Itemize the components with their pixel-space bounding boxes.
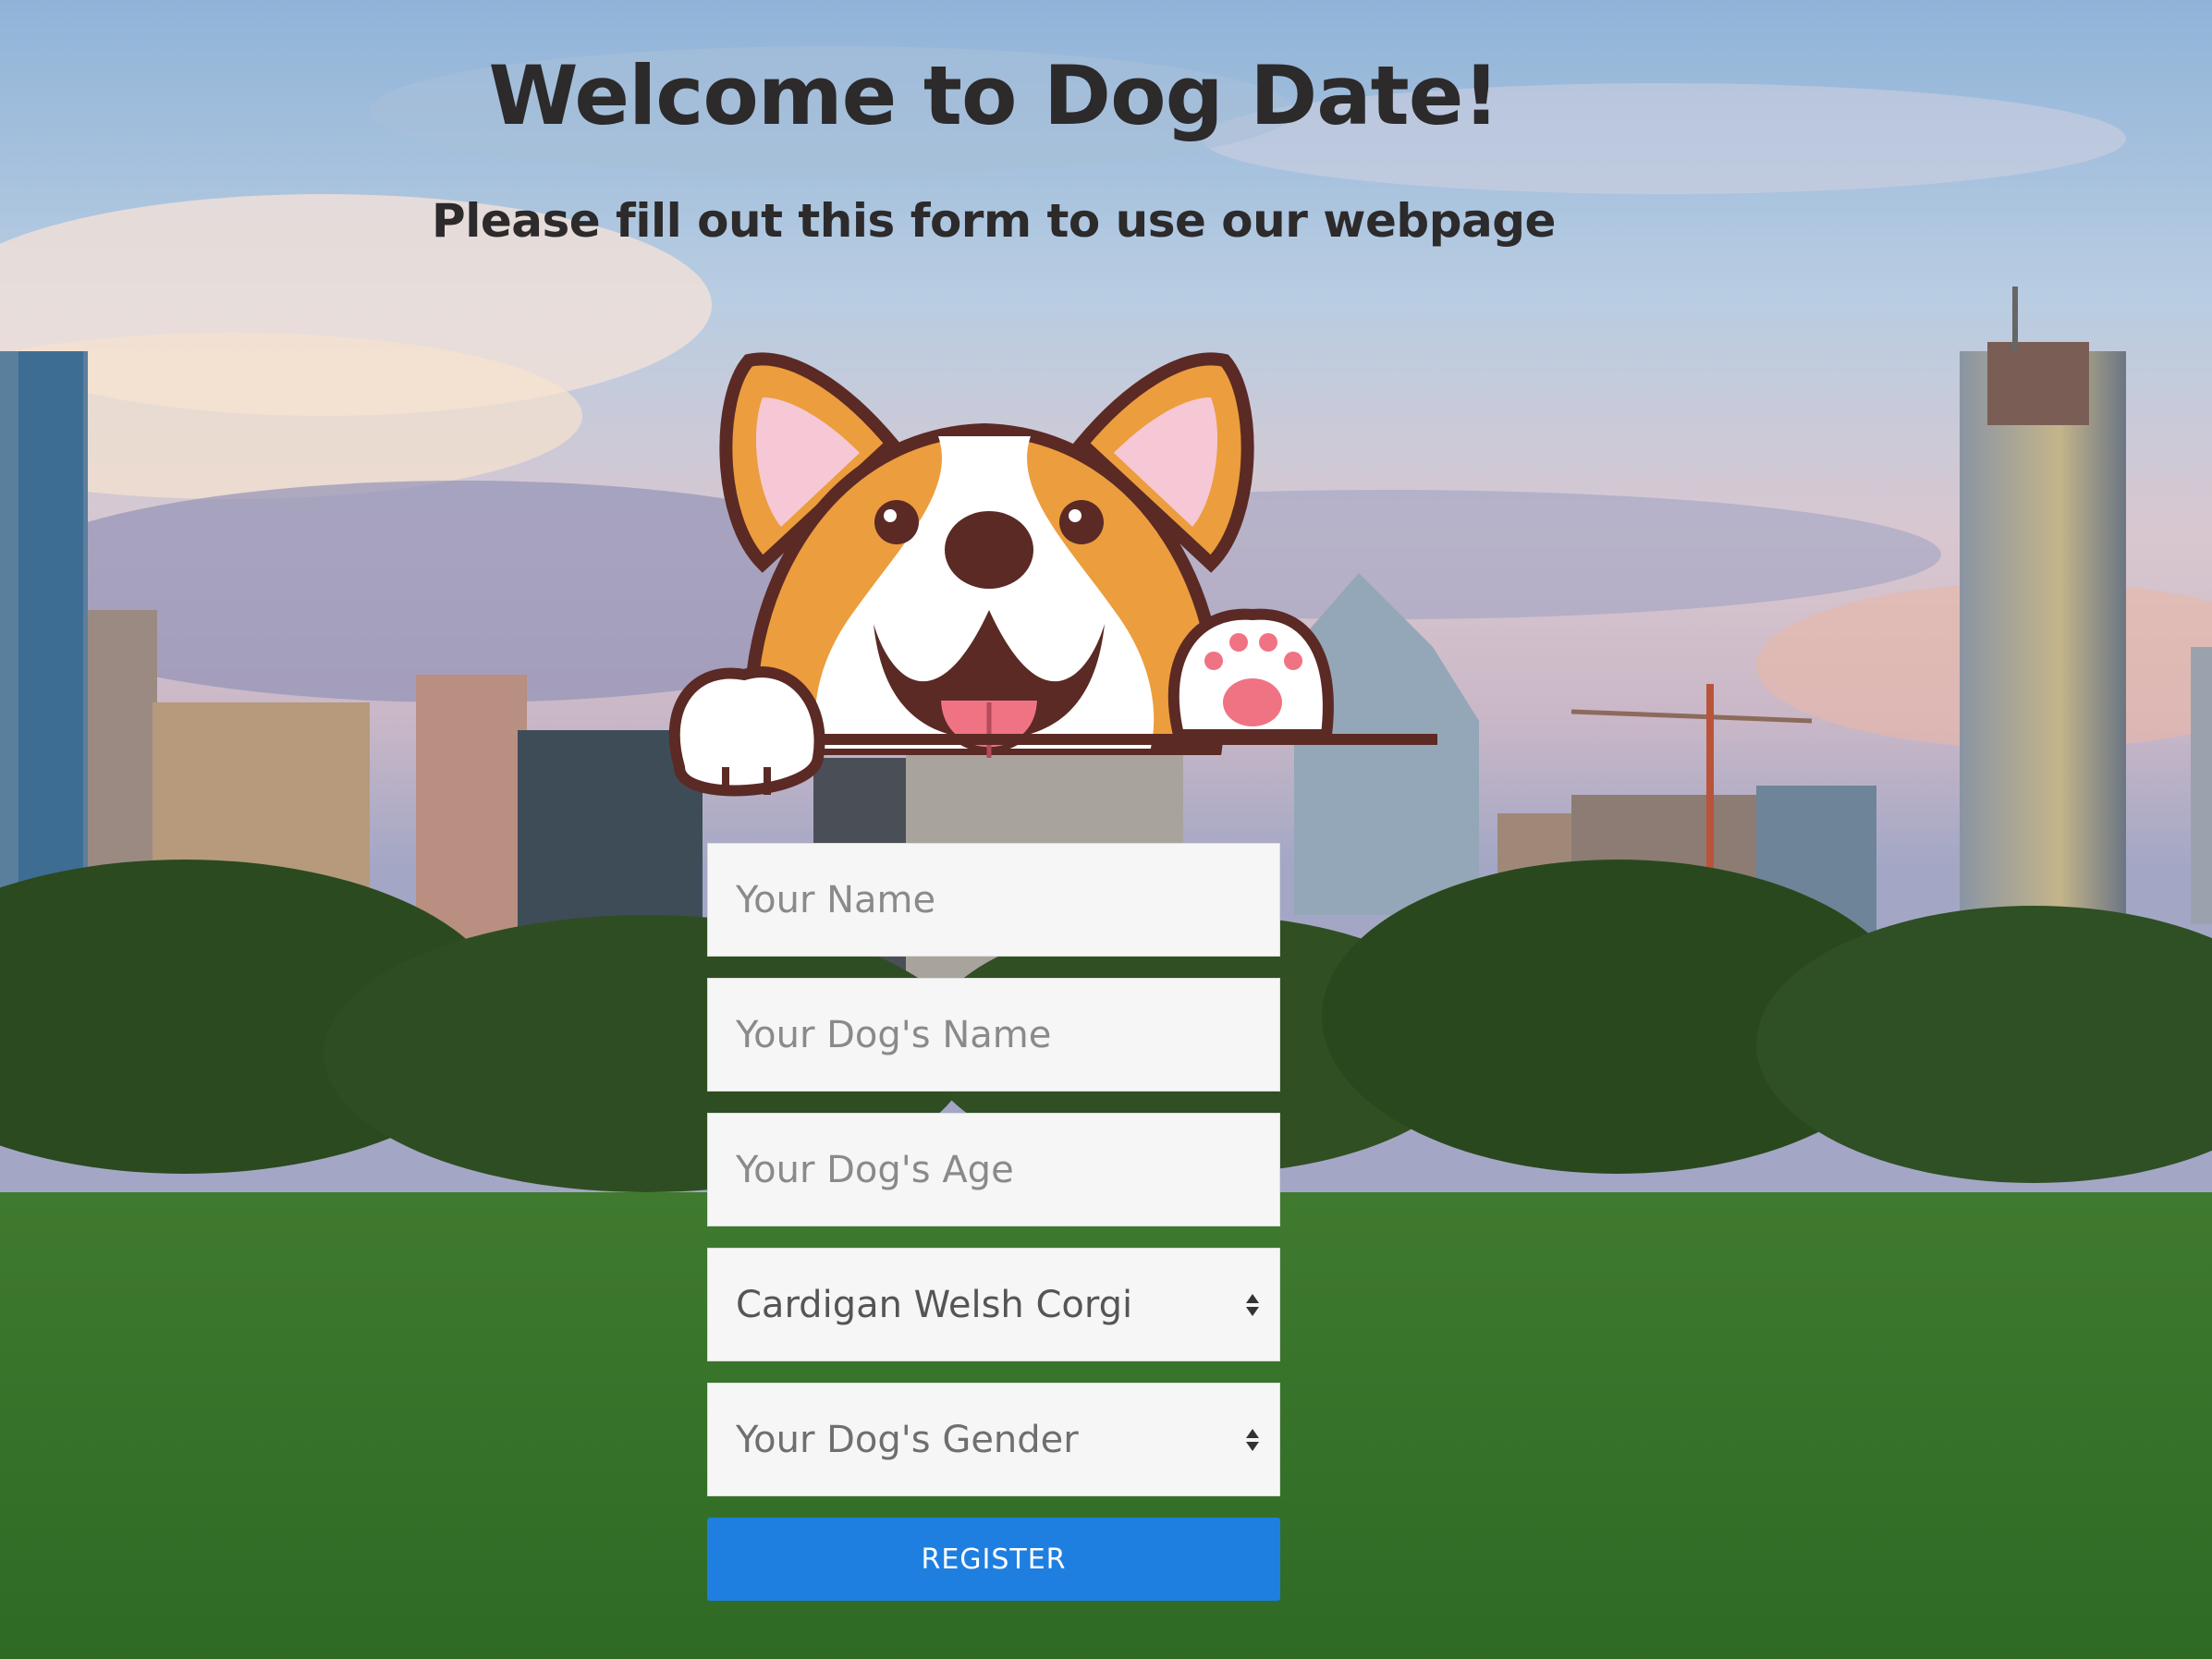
dog-name-input[interactable] xyxy=(736,979,1279,1091)
select-arrows-icon xyxy=(1246,1293,1259,1316)
corgi-mascot-icon xyxy=(661,333,1447,804)
dog-name-field-container xyxy=(707,978,1280,1092)
page-title: Welcome to Dog Date! xyxy=(488,48,1499,143)
page-subtitle: Please fill out this form to use our web… xyxy=(432,194,1556,248)
dog-breed-select[interactable]: Cardigan Welsh Corgi xyxy=(707,1248,1280,1361)
registration-form: Cardigan Welsh Corgi Your Dog's Gender R… xyxy=(707,843,1280,1601)
dog-breed-selected-value: Cardigan Welsh Corgi xyxy=(736,1283,1133,1326)
dog-age-input[interactable] xyxy=(736,1114,1279,1226)
dog-age-field-container xyxy=(707,1113,1280,1226)
dog-gender-select[interactable]: Your Dog's Gender xyxy=(707,1383,1280,1496)
select-arrows-icon xyxy=(1246,1428,1259,1451)
register-button[interactable]: REGISTER xyxy=(707,1518,1280,1601)
owner-name-input[interactable] xyxy=(736,844,1279,956)
dog-gender-selected-value: Your Dog's Gender xyxy=(736,1418,1079,1461)
owner-name-field-container xyxy=(707,843,1280,957)
